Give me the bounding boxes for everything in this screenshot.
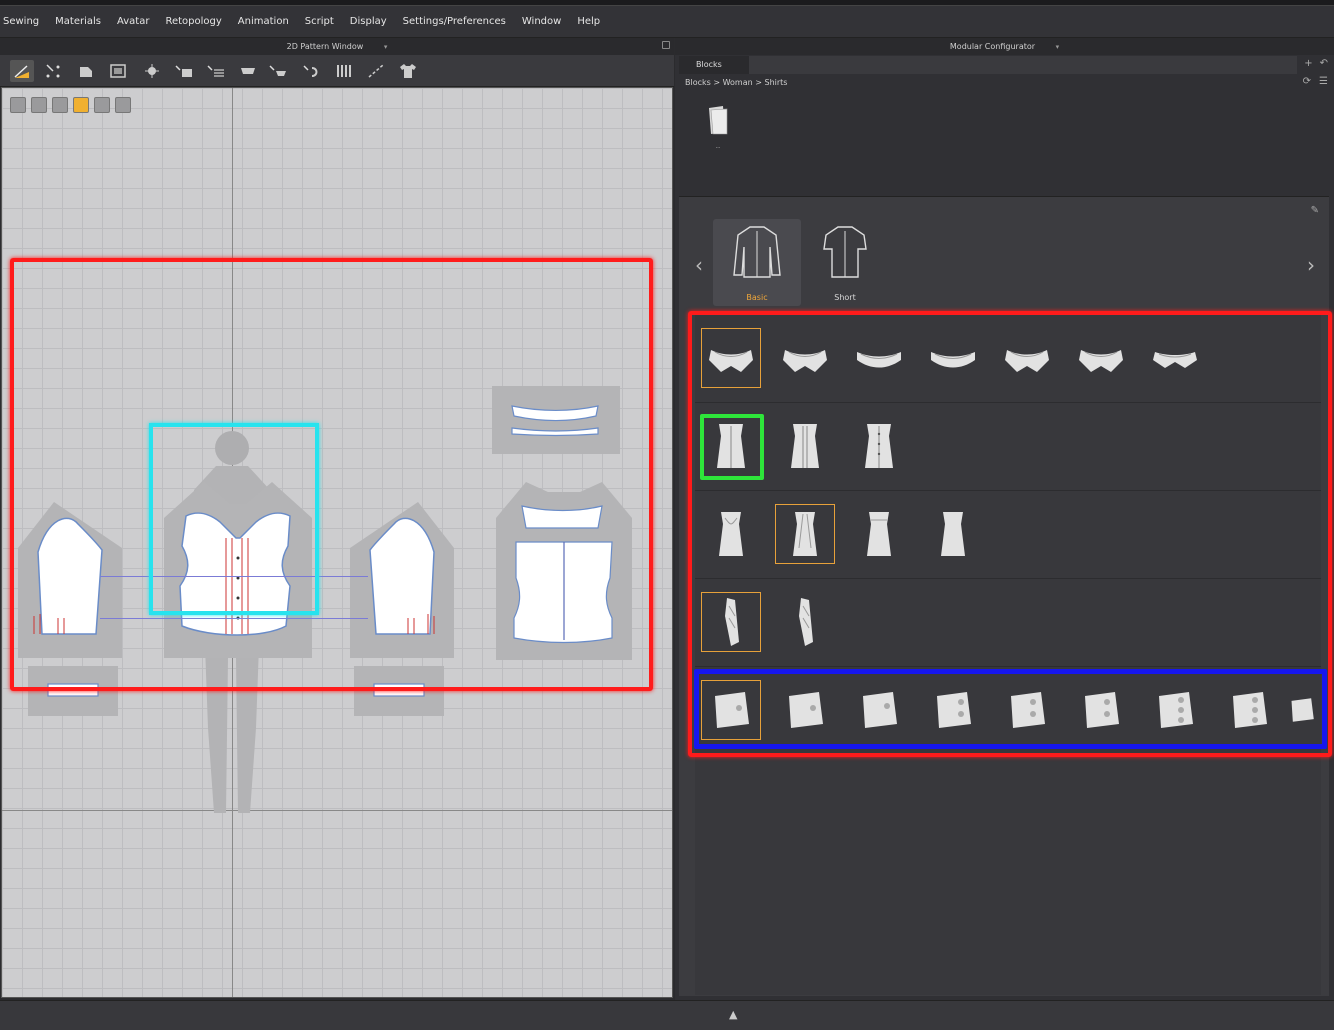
menu-settings-preferences[interactable]: Settings/Preferences xyxy=(395,6,514,38)
style-label-basic: Basic xyxy=(746,293,768,302)
highlight-front-bodice-option xyxy=(700,414,764,480)
short-sleeve-shirt-icon xyxy=(823,226,867,278)
pattern-window-title: 2D Pattern Window xyxy=(286,42,364,51)
tab-blocks[interactable]: Blocks xyxy=(679,56,749,74)
style-card-basic[interactable]: Basic xyxy=(713,219,801,306)
style-card-short[interactable]: Short xyxy=(801,219,889,306)
expand-panel-icon[interactable]: ▲ xyxy=(729,1008,737,1021)
folder-label: .. xyxy=(715,142,721,150)
measure-icon[interactable] xyxy=(364,60,388,82)
breadcrumb[interactable]: Blocks > Woman > Shirts xyxy=(685,78,787,87)
garment-icon[interactable] xyxy=(396,60,420,82)
edit-icon[interactable]: ✎ xyxy=(1311,205,1319,216)
rectangle-icon[interactable] xyxy=(106,60,130,82)
menu-retopology[interactable]: Retopology xyxy=(157,6,229,38)
edit-pattern-icon[interactable] xyxy=(10,60,34,82)
float-window-icon[interactable] xyxy=(662,41,670,49)
folder-icon xyxy=(709,106,728,135)
view-actions: ⟳ ☰ xyxy=(1303,76,1328,87)
fold-arrange-icon[interactable] xyxy=(300,60,324,82)
highlight-cuff-row xyxy=(694,669,1327,749)
pattern-window-titlebar: 2D Pattern Window ▾ xyxy=(0,38,674,55)
canvas-tools xyxy=(10,97,131,113)
bottom-bar: ▲ xyxy=(0,1000,1334,1030)
add-icon[interactable]: + xyxy=(1304,58,1312,69)
tab-actions: + ↶ xyxy=(1304,58,1328,69)
long-sleeve-shirt-icon xyxy=(733,226,781,278)
menu-avatar[interactable]: Avatar xyxy=(109,6,157,38)
texture-icon[interactable] xyxy=(52,97,68,113)
menu-bar: Sewing Materials Avatar Retopology Anima… xyxy=(0,6,1334,38)
menu-window[interactable]: Window xyxy=(514,6,569,38)
library-browser: .. xyxy=(679,92,1329,196)
configurator-titlebar: Modular Configurator ▾ xyxy=(675,38,1334,55)
app-window: Sewing Materials Avatar Retopology Anima… xyxy=(0,0,1334,1030)
style-label-short: Short xyxy=(834,293,856,302)
transform-icon[interactable] xyxy=(42,60,66,82)
configurator-tabbar: Blocks xyxy=(679,56,1297,74)
sticky-note-icon[interactable] xyxy=(73,97,89,113)
chevron-right-icon[interactable]: › xyxy=(1307,253,1315,277)
export-icon[interactable] xyxy=(115,97,131,113)
highlight-front-bodice xyxy=(149,423,319,615)
menu-animation[interactable]: Animation xyxy=(230,6,297,38)
chevron-left-icon[interactable]: ‹ xyxy=(695,253,703,277)
pattern-window: 2D Pattern Window ▾ xyxy=(0,38,674,1000)
dart-icon[interactable] xyxy=(172,60,196,82)
elastic-icon[interactable] xyxy=(332,60,356,82)
internal-shape-icon[interactable] xyxy=(140,60,164,82)
pen-icon[interactable] xyxy=(10,97,26,113)
menu-sewing[interactable]: Sewing xyxy=(0,6,47,38)
segment-sewing-icon[interactable] xyxy=(236,60,260,82)
configurator-menu-caret[interactable]: ▾ xyxy=(1056,43,1060,51)
parent-folder-item[interactable]: .. xyxy=(703,104,733,150)
configurator-title: Modular Configurator xyxy=(949,42,1036,51)
menu-help[interactable]: Help xyxy=(569,6,608,38)
free-sewing-icon[interactable] xyxy=(266,60,290,82)
refresh-icon[interactable]: ⟳ xyxy=(1303,76,1311,87)
menu-display[interactable]: Display xyxy=(342,6,395,38)
pattern-toolbar xyxy=(0,55,674,87)
pattern-window-menu-caret[interactable]: ▾ xyxy=(384,39,388,56)
select-icon[interactable] xyxy=(31,97,47,113)
list-view-icon[interactable]: ☰ xyxy=(1319,76,1328,87)
show-avatar-icon[interactable] xyxy=(94,97,110,113)
polygon-icon[interactable] xyxy=(74,60,98,82)
menu-materials[interactable]: Materials xyxy=(47,6,109,38)
back-icon[interactable]: ↶ xyxy=(1320,58,1328,69)
trace-icon[interactable] xyxy=(204,60,228,82)
canvas-horizontal-axis xyxy=(2,810,672,811)
highlight-pattern-pieces xyxy=(10,258,653,691)
menu-script[interactable]: Script xyxy=(297,6,342,38)
